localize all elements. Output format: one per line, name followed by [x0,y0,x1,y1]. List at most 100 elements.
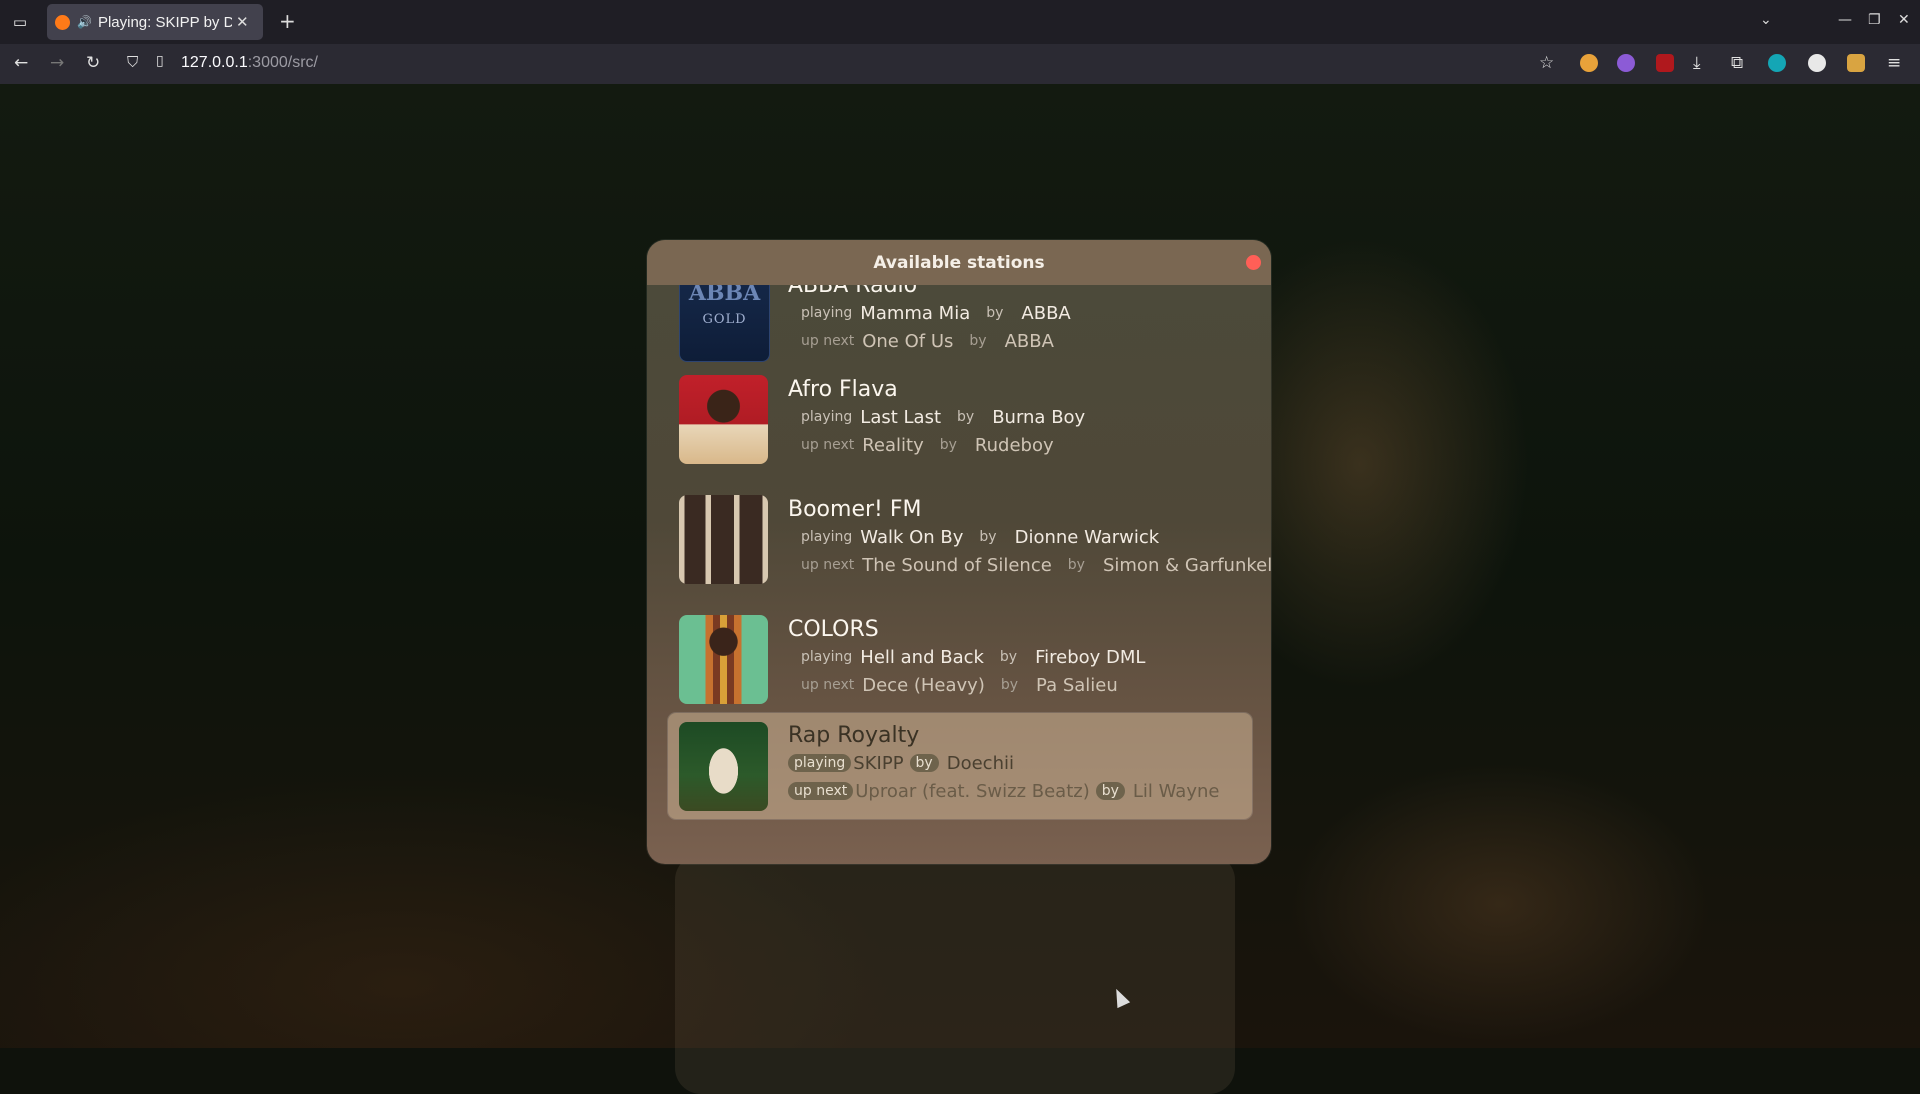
restore-icon[interactable]: ❐ [1868,12,1881,28]
by-label: by [979,529,997,545]
station-list[interactable]: ABBA GOLD ABBA Radio playing Mamma Mia b… [647,285,1271,864]
extension-icon[interactable] [1808,54,1826,72]
by-label: by [1095,782,1125,800]
next-artist: Pa Salieu [1036,674,1118,696]
url-host: 127.0.0.1 [181,54,248,71]
now-playing-line: playing Last Last by Burna Boy [795,405,1085,429]
now-playing-line: playing Mamma Mia by ABBA [795,301,1071,325]
by-label: by [939,437,957,453]
station-name: Boomer! FM [788,497,922,522]
station-name: Afro Flava [788,377,898,402]
tab-title: Playing: SKIPP by Doechii [97,13,232,31]
next-song: One Of Us [862,330,954,352]
next-song: Reality [862,434,924,456]
playing-artist: Fireboy DML [1035,646,1146,668]
station-name: ABBA Radio [788,285,918,298]
next-artist: ABBA [1004,330,1054,352]
station-item[interactable]: ABBA GOLD ABBA Radio playing Mamma Mia b… [668,285,1252,363]
up-next-line: up next Dece (Heavy) by Pa Salieu [795,673,1118,697]
browser-tab-bar: ▭ 🔊 Playing: SKIPP by Doechii ✕ + ⌄ — ❐ … [0,0,1920,44]
playing-artist: Burna Boy [992,406,1086,428]
modal-title: Available stations [873,252,1045,273]
now-playing-line: playing Walk On By by Dionne Warwick [795,525,1159,549]
extension-icon[interactable] [1580,54,1598,72]
stations-modal: Available stations ABBA GOLD ABBA Radio … [647,240,1271,864]
by-label: by [999,649,1018,665]
up-next-label: up next [801,677,855,693]
by-label: by [957,409,975,425]
extensions-puzzle-icon[interactable]: ⧉ [1731,53,1743,73]
new-tab-icon[interactable]: + [279,9,296,33]
download-icon[interactable]: ⤓ [1693,53,1701,73]
station-artwork [679,722,768,811]
station-item[interactable]: COLORS playing Hell and Back by Fireboy … [668,601,1252,707]
playing-song: Mamma Mia [860,302,971,324]
url-bar[interactable]: 127.0.0.1:3000/src/ [181,54,318,72]
bookmark-star-icon[interactable]: ☆ [1539,53,1554,73]
playing-song: SKIPP [853,752,904,774]
next-artist: Lil Wayne [1132,780,1220,802]
shield-icon[interactable]: ⛉ [127,53,138,71]
playing-song: Walk On By [860,526,964,548]
station-name: Rap Royalty [788,723,920,748]
extension-icon[interactable] [1617,54,1635,72]
playing-artist: Dionne Warwick [1014,526,1160,548]
station-item[interactable]: Boomer! FM playing Walk On By by Dionne … [668,481,1271,587]
playing-song: Hell and Back [860,646,984,668]
station-item[interactable]: Afro Flava playing Last Last by Burna Bo… [668,361,1252,467]
close-modal-button[interactable] [1246,255,1261,270]
up-next-label: up next [801,437,855,453]
station-item-active[interactable]: Rap Royalty playing SKIPP by Doechii up … [668,713,1252,819]
playing-label: playing [788,754,852,772]
by-label: by [1067,557,1085,573]
playing-artist: Doechii [946,752,1014,774]
up-next-label: up next [801,333,855,349]
url-path: :3000/src/ [247,54,318,71]
browser-nav-bar: ← → ↻ ⛉ ▯ 127.0.0.1:3000/src/ ☆ ⤓ ⧉ ≡ [0,44,1920,84]
extension-icon[interactable] [1847,54,1865,72]
next-song: Dece (Heavy) [862,674,985,696]
up-next-line: up next One Of Us by ABBA [795,329,1054,353]
by-label: by [969,333,987,349]
back-icon[interactable]: ← [14,53,28,73]
playing-label: playing [801,649,853,665]
station-name: COLORS [788,617,879,642]
album-logo-sub: GOLD [702,312,747,327]
ublock-icon[interactable] [1656,54,1674,72]
next-song: Uproar (feat. Swizz Beatz) [855,780,1090,802]
now-playing-line: playing Hell and Back by Fireboy DML [795,645,1145,669]
reload-icon[interactable]: ↻ [86,53,100,73]
tab-list-icon[interactable]: ▭ [0,0,40,44]
page-icon: ▯ [156,53,164,69]
extension-icon[interactable] [1768,54,1786,72]
playing-label: playing [801,529,853,545]
browser-tab[interactable]: 🔊 Playing: SKIPP by Doechii ✕ [47,4,263,40]
next-artist: Rudeboy [974,434,1054,456]
station-artwork [679,495,768,584]
close-tab-icon[interactable]: ✕ [236,13,249,31]
modal-header: Available stations [647,240,1271,285]
station-artwork: ABBA GOLD [679,285,770,362]
site-favicon-icon [55,14,70,30]
by-label: by [986,305,1004,321]
forward-icon[interactable]: → [50,53,64,73]
by-label: by [1000,677,1019,693]
minimize-icon[interactable]: — [1838,12,1852,28]
up-next-label: up next [801,557,855,573]
by-label: by [909,754,939,772]
up-next-line: up next The Sound of Silence by Simon & … [795,553,1271,577]
playing-label: playing [801,409,853,425]
playing-artist: ABBA [1021,302,1071,324]
up-next-line: up next Uproar (feat. Swizz Beatz) by Li… [788,779,1219,803]
next-song: The Sound of Silence [862,554,1052,576]
close-window-icon[interactable]: ✕ [1898,12,1910,28]
speaker-icon[interactable]: 🔊 [77,15,92,29]
album-logo-text: ABBA [688,285,761,306]
up-next-label: up next [788,782,854,800]
up-next-line: up next Reality by Rudeboy [795,433,1054,457]
station-artwork [679,615,768,704]
playing-song: Last Last [860,406,942,428]
menu-icon[interactable]: ≡ [1887,53,1901,73]
tab-overflow-icon[interactable]: ⌄ [1760,12,1772,28]
next-artist: Simon & Garfunkel [1102,554,1271,576]
